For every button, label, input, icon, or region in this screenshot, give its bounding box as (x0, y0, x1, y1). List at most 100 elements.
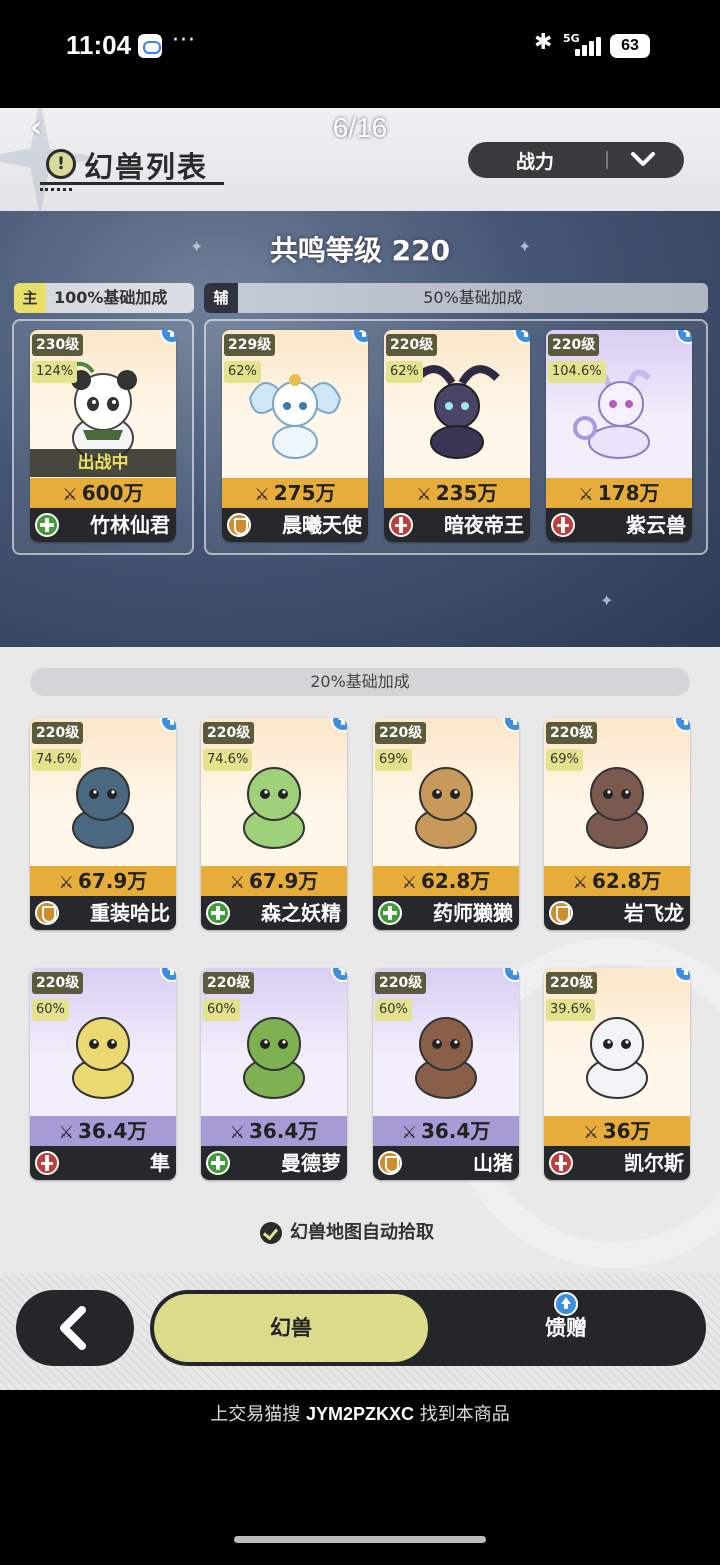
bonus-percent: 62% (224, 361, 261, 383)
pool-pet-card[interactable]: 220级 60% ⚔ 36.4万隼 (30, 968, 176, 1180)
pool-pet-card[interactable]: 220级 39.6% ⚔ 36万 凯尔斯 (544, 968, 690, 1180)
battery-icon: 63 (610, 34, 650, 58)
sparkle-icon: ✦ (600, 591, 614, 610)
info-icon[interactable]: ! (46, 149, 76, 179)
sort-dropdown[interactable]: 战力 (468, 142, 684, 178)
sword-icon: ⚔ (578, 485, 594, 505)
app-notification-icon (138, 34, 162, 58)
sword-icon: ⚔ (62, 485, 78, 505)
bonus-percent: 60% (32, 999, 69, 1021)
sword-icon: ⚔ (416, 485, 432, 505)
power-number: 36万 (602, 1119, 651, 1143)
power-number: 67.9万 (248, 869, 319, 893)
resonance-level: 共鸣等级 220 (269, 234, 451, 267)
chevron-down-icon (631, 152, 655, 166)
page-title: 幻兽列表 (84, 150, 209, 184)
name-bar: 曼德萝 (201, 1146, 347, 1180)
heal-role-icon (206, 901, 230, 925)
power-value: ⚔ 36.4万 (201, 1116, 347, 1146)
power-value: ⚔ 62.8万 (544, 866, 690, 896)
shield-role-icon (227, 513, 251, 537)
support-pet-card[interactable]: 229级 62% ⚔ 275万 晨曦天使 (222, 330, 368, 542)
main-bonus-label: 100%基础加成 (54, 288, 168, 307)
pet-name: 隼 (150, 1151, 170, 1175)
support-bonus-label: 50%基础加成 (423, 288, 523, 307)
sword-icon: ⚔ (229, 1123, 245, 1143)
sword-icon: ⚔ (572, 873, 588, 893)
header: ‹ 6/16 ! 幻兽列表 战力 (0, 108, 720, 218)
shield-role-icon (35, 901, 59, 925)
name-bar: 重装哈比 (30, 896, 176, 930)
sword-icon: ⚔ (401, 1123, 417, 1143)
support-slot-tag: 辅 50%基础加成 (204, 283, 708, 313)
pet-name: 紫云兽 (626, 513, 686, 537)
back-arrow-icon[interactable]: ‹ (30, 113, 54, 143)
support-pet-card[interactable]: 220级 104.6% ⚔ 178万 紫云兽 (546, 330, 692, 542)
pool-pet-card[interactable]: 220级 60% ⚔ 36.4万 曼德萝 (201, 968, 347, 1180)
name-bar: 森之妖精 (201, 896, 347, 930)
power-number: 62.8万 (591, 869, 662, 893)
bonus-percent: 62% (386, 361, 423, 383)
tab-bar: 幻兽 馈赠 (150, 1290, 706, 1366)
sword-icon: ⚔ (254, 485, 270, 505)
pool-pet-card[interactable]: 220级 60% ⚔ 36.4万 山猪 (373, 968, 519, 1180)
power-value: ⚔ 36.4万 (30, 1116, 176, 1146)
sword-role-icon (35, 1151, 59, 1175)
name-bar: 山猪 (373, 1146, 519, 1180)
sword-icon: ⚔ (401, 873, 417, 893)
power-number: 62.8万 (420, 869, 491, 893)
title-underline (40, 182, 224, 185)
pet-name: 凯尔斯 (624, 1151, 684, 1175)
pool-bonus-label: 20%基础加成 (30, 668, 690, 696)
pool-pet-card[interactable]: 220级 74.6% ⚔ 67.9万 森之妖精 (201, 718, 347, 930)
level-badge: 220级 (32, 722, 84, 744)
pet-name: 曼德萝 (281, 1151, 341, 1175)
bonus-percent: 124% (32, 361, 78, 383)
support-pet-card[interactable]: 220级 62% ⚔ 235万 暗夜帝王 (384, 330, 530, 542)
level-badge: 220级 (375, 722, 427, 744)
pool-pet-card[interactable]: 220级 69% ⚔ 62.8万 岩飞龙 (544, 718, 690, 930)
bonus-percent: 60% (203, 999, 240, 1021)
pet-name: 岩飞龙 (624, 901, 684, 925)
heal-role-icon (206, 1151, 230, 1175)
watermark-prefix: 上交易猫搜 (210, 1404, 306, 1425)
power-value: ⚔ 36万 (544, 1116, 690, 1146)
upgrade-arrow-icon (554, 1292, 578, 1316)
name-bar: 药师獭獭 (373, 896, 519, 930)
pet-name: 森之妖精 (261, 901, 341, 925)
name-bar: 暗夜帝王 (384, 508, 530, 542)
name-bar: 紫云兽 (546, 508, 692, 542)
pool-pet-card[interactable]: 220级 74.6% ⚔ 67.9万 重装哈比 (30, 718, 176, 930)
name-bar: 竹林仙君 (30, 508, 176, 542)
power-value: ⚔ 600万 (30, 478, 176, 508)
tab-beasts[interactable]: 幻兽 (154, 1294, 428, 1362)
name-bar: 隼 (30, 1146, 176, 1180)
back-arrow-icon (60, 1306, 86, 1350)
sort-label: 战力 (516, 151, 555, 173)
title-dots (40, 188, 72, 191)
pet-name: 山猪 (473, 1151, 513, 1175)
heal-role-icon (35, 513, 59, 537)
pool-pet-card[interactable]: 220级 69% ⚔ 62.8万 药师獭獭 (373, 718, 519, 930)
sword-role-icon (389, 513, 413, 537)
sword-icon: ⚔ (583, 1123, 599, 1143)
bonus-percent: 104.6% (548, 361, 606, 383)
sword-icon: ⚔ (58, 1123, 74, 1143)
power-number: 36.4万 (248, 1119, 319, 1143)
back-button[interactable] (16, 1290, 134, 1366)
main-pet-card[interactable]: 230级 124% 出战中 ⚔ 600万 竹林仙君 (30, 330, 176, 542)
bonus-percent: 69% (546, 749, 583, 771)
status-time: 11:04 (66, 30, 132, 60)
name-bar: 岩飞龙 (544, 896, 690, 930)
power-value: ⚔ 62.8万 (373, 866, 519, 896)
level-badge: 220级 (203, 722, 255, 744)
checkbox-checked-icon[interactable] (260, 1222, 282, 1244)
level-badge: 229级 (224, 334, 276, 356)
power-number: 600万 (81, 481, 144, 505)
power-value: ⚔ 275万 (222, 478, 368, 508)
power-number: 67.9万 (77, 869, 148, 893)
watermark-suffix: 找到本商品 (414, 1404, 510, 1425)
auto-pick-label: 幻兽地图自动拾取 (290, 1222, 434, 1243)
watermark: 上交易猫搜 JYM2PZKXC 找到本商品 (0, 1400, 720, 1426)
home-indicator[interactable] (234, 1536, 486, 1543)
